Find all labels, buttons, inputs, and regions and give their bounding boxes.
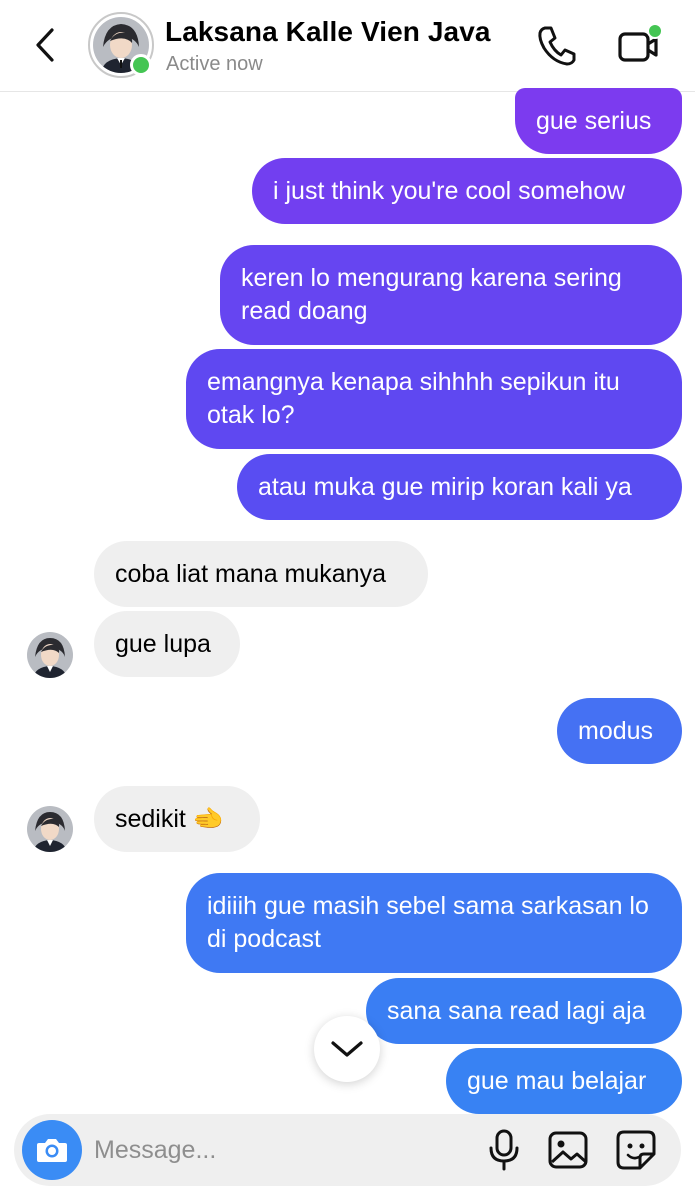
- received-message[interactable]: gue lupa: [94, 611, 240, 677]
- chevron-down-icon: [331, 1041, 363, 1057]
- sticker-icon[interactable]: [614, 1128, 658, 1172]
- sent-message[interactable]: sana sana read lagi aja: [366, 978, 682, 1044]
- message-input[interactable]: [94, 1130, 464, 1170]
- microphone-icon[interactable]: [486, 1128, 522, 1172]
- scroll-to-bottom-button[interactable]: [314, 1016, 380, 1082]
- camera-button[interactable]: [22, 1120, 82, 1180]
- back-arrow-icon[interactable]: [28, 22, 64, 68]
- received-message[interactable]: sedikit 🫲: [94, 786, 260, 852]
- sent-message[interactable]: emangnya kenapa sihhhh sepikun itu otak …: [186, 349, 682, 449]
- message-composer: [14, 1114, 681, 1186]
- sent-message[interactable]: i just think you're cool somehow: [252, 158, 682, 224]
- active-status: Active now: [166, 53, 263, 75]
- video-camera-icon[interactable]: [614, 22, 664, 68]
- sent-message[interactable]: gue serius: [515, 88, 682, 154]
- contact-avatar-small: [27, 806, 73, 852]
- gallery-icon[interactable]: [546, 1128, 590, 1172]
- sent-message[interactable]: atau muka gue mirip koran kali ya: [237, 454, 682, 520]
- contact-name[interactable]: Laksana Kalle Vien Java: [165, 16, 491, 48]
- contact-avatar-small: [27, 632, 73, 678]
- chat-header: Laksana Kalle Vien Java Active now: [0, 0, 695, 92]
- sent-message[interactable]: modus: [557, 698, 682, 764]
- received-message[interactable]: coba liat mana mukanya: [94, 541, 428, 607]
- camera-icon: [37, 1139, 67, 1162]
- sent-message[interactable]: gue mau belajar: [446, 1048, 682, 1114]
- online-status-dot: [130, 54, 152, 76]
- phone-icon[interactable]: [536, 22, 580, 68]
- sent-message[interactable]: keren lo mengurang karena sering read do…: [220, 245, 682, 345]
- sent-message[interactable]: idiiih gue masih sebel sama sarkasan lo …: [186, 873, 682, 973]
